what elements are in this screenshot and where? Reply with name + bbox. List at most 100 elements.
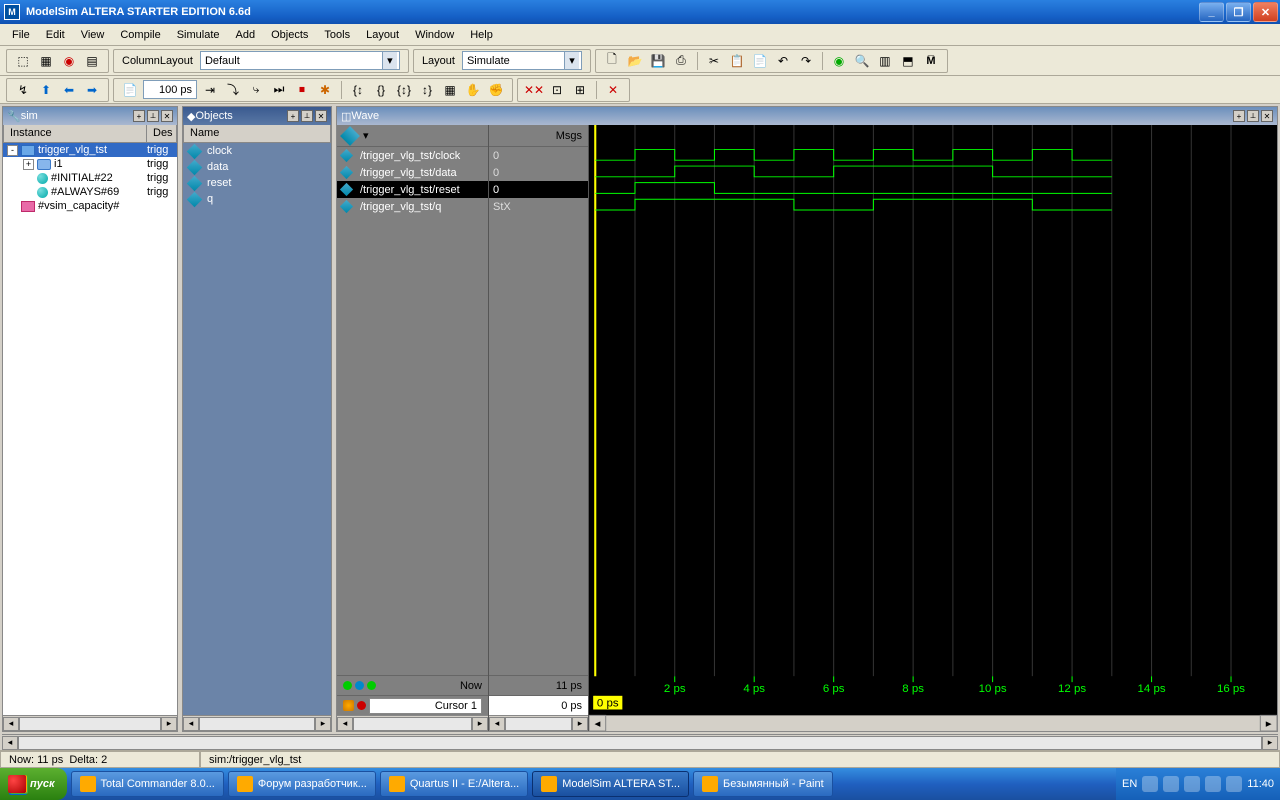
cursor-label[interactable]: Cursor 1 xyxy=(369,698,482,714)
tool-icon[interactable]: ▥ xyxy=(875,51,895,71)
col-name[interactable]: Name xyxy=(183,125,331,142)
tool-icon[interactable]: ↯ xyxy=(13,80,33,100)
expand-icon[interactable]: + xyxy=(23,159,34,170)
tool-icon[interactable]: ⬚ xyxy=(13,51,33,71)
column-layout-combo[interactable]: Default xyxy=(200,51,400,70)
menu-window[interactable]: Window xyxy=(407,27,462,43)
tool-icon[interactable]: ✊ xyxy=(486,80,506,100)
sim-hscroll[interactable]: ◂ ▸ xyxy=(3,715,177,731)
wave-msgs-hscroll[interactable]: ◂▸ xyxy=(489,715,588,731)
sim-tree[interactable]: -trigger_vlg_tsttrigg+i1trigg#INITIAL#22… xyxy=(3,143,177,715)
save-icon[interactable]: 💾 xyxy=(648,51,668,71)
wave-signal-name[interactable]: /trigger_vlg_tst/reset xyxy=(337,181,488,198)
wave-tool-icon[interactable]: {↕ xyxy=(348,80,368,100)
wave-tool-icon[interactable]: {↕} xyxy=(394,80,414,100)
break-icon[interactable]: ✱ xyxy=(315,80,335,100)
undo-icon[interactable]: ↶ xyxy=(773,51,793,71)
scroll-right-icon[interactable]: ▸ xyxy=(161,717,177,731)
back-icon[interactable]: ⬅ xyxy=(59,80,79,100)
menu-simulate[interactable]: Simulate xyxy=(169,27,228,43)
tool-icon[interactable]: ⊡ xyxy=(547,80,567,100)
step-into-icon[interactable]: ⤷ xyxy=(246,80,266,100)
close-button[interactable]: ✕ xyxy=(1253,2,1278,22)
pane-dock-button[interactable]: ⟂ xyxy=(147,110,159,122)
dot-icon[interactable] xyxy=(357,701,366,710)
pane-dock-button[interactable]: ⟂ xyxy=(1247,110,1259,122)
wave-signal-name[interactable]: /trigger_vlg_tst/q xyxy=(337,198,488,215)
taskbar-button[interactable]: Total Commander 8.0... xyxy=(71,771,224,797)
objects-hscroll[interactable]: ◂ ▸ xyxy=(183,715,331,731)
expand-icon[interactable]: - xyxy=(7,145,18,156)
wave-tool-icon[interactable]: {} xyxy=(371,80,391,100)
scroll-left-icon[interactable]: ◂ xyxy=(183,717,199,731)
tray-icon[interactable] xyxy=(1163,776,1179,792)
col-instance[interactable]: Instance xyxy=(3,125,147,142)
wave-canvas[interactable]: 2 ps4 ps6 ps8 ps10 ps12 ps14 ps16 ps0 ps… xyxy=(589,125,1277,731)
tool-icon[interactable]: ✕ xyxy=(603,80,623,100)
tool-icon[interactable]: ✕✕ xyxy=(524,80,544,100)
tool-icon[interactable]: ✋ xyxy=(463,80,483,100)
taskbar-button[interactable]: Безымянный - Paint xyxy=(693,771,833,797)
objects-pane-header[interactable]: ◆ Objects + ⟂ ✕ xyxy=(183,107,331,125)
menu-tools[interactable]: Tools xyxy=(316,27,358,43)
scroll-right-icon[interactable]: ▸ xyxy=(1262,736,1278,750)
start-button[interactable]: пуск xyxy=(0,768,67,800)
objects-item[interactable]: data xyxy=(183,159,331,175)
scroll-left-icon[interactable]: ◂ xyxy=(489,717,505,731)
print-icon[interactable]: ⎙ xyxy=(671,51,691,71)
objects-item[interactable]: reset xyxy=(183,175,331,191)
tool-icon[interactable]: ▦ xyxy=(36,51,56,71)
paste-icon[interactable]: 📄 xyxy=(750,51,770,71)
tray-icon[interactable] xyxy=(1226,776,1242,792)
tool-icon[interactable]: M̅ xyxy=(921,51,941,71)
wave-signal-name[interactable]: /trigger_vlg_tst/data xyxy=(337,164,488,181)
menu-add[interactable]: Add xyxy=(228,27,264,43)
wave-names-hscroll[interactable]: ◂▸ xyxy=(337,715,488,731)
pane-add-button[interactable]: + xyxy=(287,110,299,122)
objects-item[interactable]: clock xyxy=(183,143,331,159)
step-over-icon[interactable]: ⤵ xyxy=(223,80,243,100)
taskbar-button[interactable]: Форум разработчик... xyxy=(228,771,376,797)
scroll-right-icon[interactable]: ▸ xyxy=(572,717,588,731)
pane-close-button[interactable]: ✕ xyxy=(315,110,327,122)
cut-icon[interactable]: ✂ xyxy=(704,51,724,71)
scroll-right-icon[interactable]: ▸ xyxy=(472,717,488,731)
objects-tree[interactable]: clockdataresetq xyxy=(183,143,331,715)
pane-close-button[interactable]: ✕ xyxy=(1261,110,1273,122)
stop-icon[interactable]: ⏹ xyxy=(292,80,312,100)
objects-item[interactable]: q xyxy=(183,191,331,207)
tool-icon[interactable]: ◉ xyxy=(59,51,79,71)
menu-compile[interactable]: Compile xyxy=(112,27,168,43)
wave-pane-header[interactable]: ◫ Wave + ⟂ ✕ xyxy=(337,107,1277,125)
menu-view[interactable]: View xyxy=(73,27,113,43)
app-hscroll[interactable]: ◂▸ xyxy=(2,734,1278,750)
sim-tree-item[interactable]: -trigger_vlg_tsttrigg xyxy=(3,143,177,157)
wave-signal-name[interactable]: /trigger_vlg_tst/clock xyxy=(337,147,488,164)
tool-icon[interactable]: ⬒ xyxy=(898,51,918,71)
tray-icon[interactable] xyxy=(1205,776,1221,792)
menu-edit[interactable]: Edit xyxy=(38,27,73,43)
wave-tool-icon[interactable]: ↕} xyxy=(417,80,437,100)
run-icon[interactable]: 📄 xyxy=(120,80,140,100)
copy-icon[interactable]: 📋 xyxy=(727,51,747,71)
up-icon[interactable]: ⬆ xyxy=(36,80,56,100)
tray-icon[interactable] xyxy=(1184,776,1200,792)
tool-icon[interactable]: ◉ xyxy=(829,51,849,71)
menu-objects[interactable]: Objects xyxy=(263,27,316,43)
pane-add-button[interactable]: + xyxy=(133,110,145,122)
pane-dock-button[interactable]: ⟂ xyxy=(301,110,313,122)
run-all-icon[interactable]: ⏭ xyxy=(269,80,289,100)
scroll-left-icon[interactable]: ◂ xyxy=(337,717,353,731)
find-icon[interactable]: 🔍 xyxy=(852,51,872,71)
step-icon[interactable]: ⇥ xyxy=(200,80,220,100)
sim-tree-item[interactable]: #vsim_capacity# xyxy=(3,199,177,213)
clock[interactable]: 11:40 xyxy=(1247,779,1274,790)
forward-icon[interactable]: ➡ xyxy=(82,80,102,100)
pane-add-button[interactable]: + xyxy=(1233,110,1245,122)
new-icon[interactable]: 🗋 xyxy=(602,51,622,71)
menu-layout[interactable]: Layout xyxy=(358,27,407,43)
tool-icon[interactable]: ⊞ xyxy=(570,80,590,100)
open-icon[interactable]: 📂 xyxy=(625,51,645,71)
scroll-left-icon[interactable]: ◂ xyxy=(2,736,18,750)
menu-help[interactable]: Help xyxy=(462,27,501,43)
